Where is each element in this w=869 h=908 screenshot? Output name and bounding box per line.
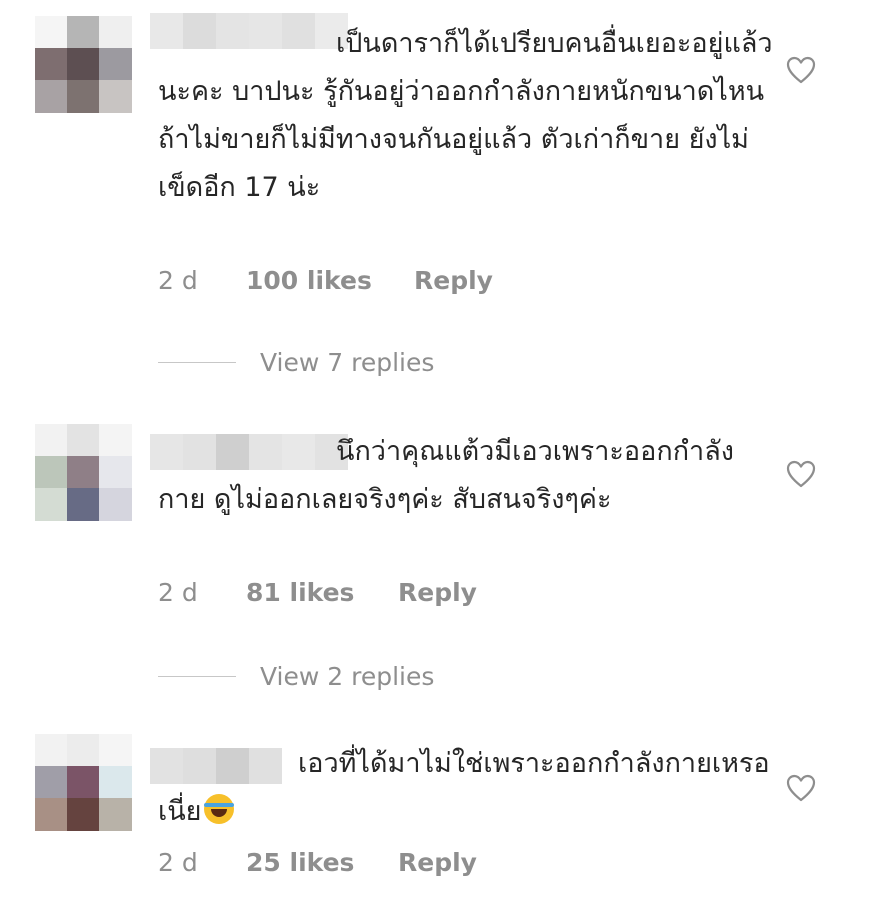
avatar-pixel xyxy=(67,16,100,49)
comment-time: 2 d xyxy=(158,266,198,295)
likes-count[interactable]: 100 likes xyxy=(246,266,414,295)
likes-count[interactable]: 81 likes xyxy=(246,578,398,607)
avatar-pixel xyxy=(99,798,132,831)
avatar-pixel xyxy=(67,766,100,799)
avatar-pixel xyxy=(99,80,132,113)
avatar-pixel xyxy=(35,488,68,521)
avatar-pixel xyxy=(67,734,100,767)
avatar-pixel xyxy=(67,798,100,831)
avatar-pixel xyxy=(35,424,68,457)
avatar-pixel xyxy=(99,766,132,799)
avatar-pixel xyxy=(99,16,132,49)
avatar-pixel xyxy=(35,456,68,489)
avatar-pixel xyxy=(35,766,68,799)
comment-text: เอวที่ได้มาไม่ใช่เพราะออกกำลังกายเหรอเนี… xyxy=(158,748,770,827)
avatar-pixel xyxy=(67,488,100,521)
avatar-pixel xyxy=(35,80,68,113)
comment-text: เป็นดาราก็ได้เปรียบคนอื่นเยอะอยู่แล้วนะค… xyxy=(158,28,773,203)
heart-icon[interactable] xyxy=(786,774,816,802)
replies-divider-line xyxy=(158,676,236,677)
view-replies-label[interactable]: View 7 replies xyxy=(260,348,434,377)
avatar-pixel xyxy=(35,798,68,831)
avatar-pixel xyxy=(67,48,100,81)
reply-button[interactable]: Reply xyxy=(398,848,477,877)
reply-button[interactable]: Reply xyxy=(414,266,493,295)
likes-count[interactable]: 25 likes xyxy=(246,848,398,877)
tears-of-joy-emoji-icon xyxy=(203,794,234,824)
comment-meta: 2 d 81 likes Reply xyxy=(158,578,477,607)
avatar-pixel xyxy=(35,734,68,767)
avatar-pixel xyxy=(99,424,132,457)
comment-text: นึกว่าคุณแต้วมีเอวเพราะออกกำลังกาย ดูไม่… xyxy=(158,436,734,515)
view-replies-link[interactable]: View 2 replies xyxy=(158,662,434,691)
avatar-pixel xyxy=(99,734,132,767)
avatar-pixel xyxy=(67,456,100,489)
comment-time: 2 d xyxy=(158,578,198,607)
replies-divider-line xyxy=(158,362,236,363)
avatar-pixel xyxy=(35,48,68,81)
avatar[interactable] xyxy=(35,734,132,831)
reply-button[interactable]: Reply xyxy=(398,578,477,607)
avatar-pixel xyxy=(99,456,132,489)
avatar-pixel xyxy=(67,424,100,457)
view-replies-link[interactable]: View 7 replies xyxy=(158,348,434,377)
view-replies-label[interactable]: View 2 replies xyxy=(260,662,434,691)
heart-icon[interactable] xyxy=(786,56,816,84)
avatar-pixel xyxy=(99,48,132,81)
avatar-pixel xyxy=(67,80,100,113)
comment-time: 2 d xyxy=(158,848,198,877)
comment-meta: 2 d 100 likes Reply xyxy=(158,266,493,295)
heart-icon[interactable] xyxy=(786,460,816,488)
avatar[interactable] xyxy=(35,16,132,113)
avatar-pixel xyxy=(99,488,132,521)
avatar[interactable] xyxy=(35,424,132,521)
avatar-pixel xyxy=(35,16,68,49)
comment-meta: 2 d 25 likes Reply xyxy=(158,848,477,877)
